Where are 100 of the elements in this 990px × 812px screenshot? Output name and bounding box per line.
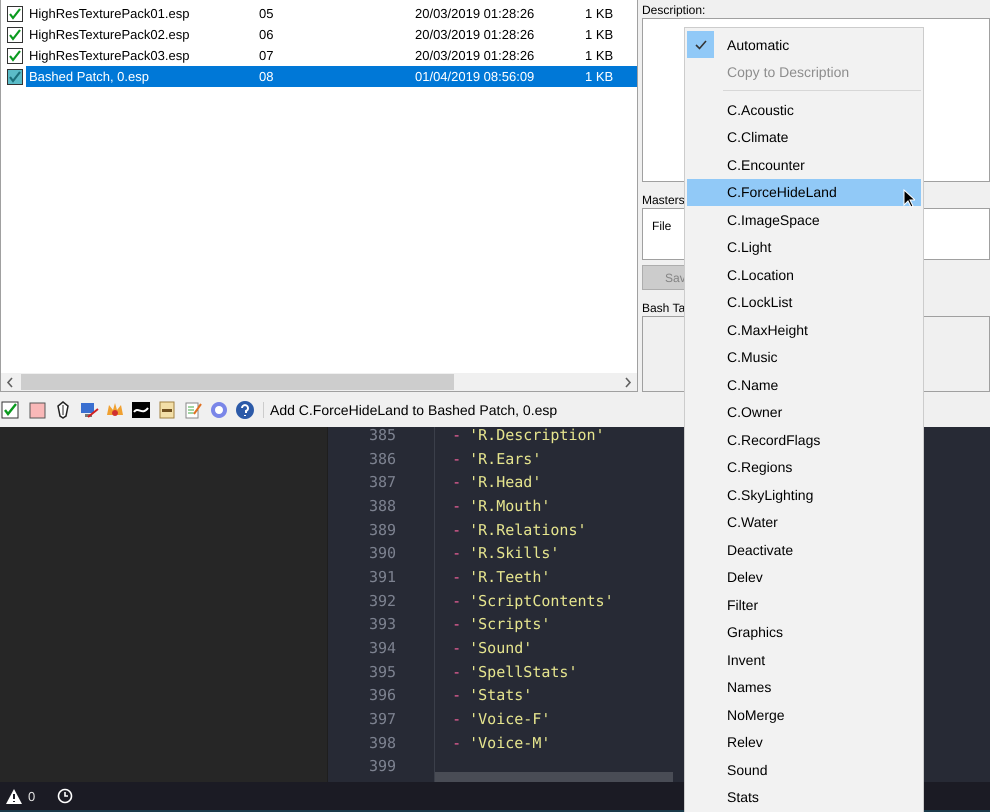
code-string: 'R.Teeth' — [469, 568, 550, 586]
code-string: 'Sound' — [469, 639, 532, 658]
plugin-order: 06 — [259, 26, 274, 44]
menu-item[interactable]: Graphics — [687, 618, 921, 646]
plugin-name: HighResTexturePack03.esp — [29, 47, 190, 65]
checkbox-icon[interactable] — [1, 400, 21, 420]
plugin-size: 1 KB — [585, 47, 614, 65]
plugin-row[interactable]: Bashed Patch, 0.esp 08 01/04/2019 08:56:09 1 KB — [26, 66, 637, 87]
menu-item[interactable]: Stats — [687, 784, 921, 811]
bash-tags-label: Bash Ta — [642, 300, 686, 316]
menu-item[interactable]: Deactivate — [687, 536, 921, 564]
horizontal-scrollbar[interactable] — [435, 772, 673, 782]
menu-item[interactable]: C.ForceHideLand — [687, 178, 921, 206]
plugin-modified: 20/03/2019 01:28:26 — [415, 5, 536, 23]
code-string: 'Voice-F' — [469, 710, 550, 728]
scroll-left-icon[interactable] — [6, 376, 14, 388]
cursor-icon — [903, 189, 915, 208]
line-number: 397 — [369, 710, 396, 728]
code-string: 'SpellStats' — [469, 662, 578, 681]
menu-item[interactable]: Sound — [687, 756, 921, 784]
menu-item[interactable]: C.LockList — [687, 288, 921, 316]
code-string: 'R.Mouth' — [469, 496, 550, 515]
menu-item[interactable]: Relev — [687, 728, 921, 756]
list-dash: - — [452, 639, 462, 658]
list-dash: - — [452, 568, 462, 586]
plugin-size: 1 KB — [585, 5, 614, 23]
list-dash: - — [452, 662, 462, 681]
line-number: 396 — [369, 686, 396, 704]
list-dash: - — [452, 710, 462, 728]
menu-item[interactable]: C.Acoustic — [687, 96, 921, 124]
plugin-row[interactable]: HighResTexturePack02.esp 06 20/03/2019 01:28:26 1 KB — [26, 24, 637, 45]
list-dash: - — [452, 686, 462, 704]
list-dash: - — [452, 544, 462, 562]
plugin-row[interactable]: HighResTexturePack03.esp 07 20/03/2019 01:28:26 1 KB — [26, 45, 637, 66]
line-number: 388 — [369, 496, 396, 515]
menu-item[interactable]: C.Regions — [687, 454, 921, 481]
menu-item[interactable]: NoMerge — [687, 701, 921, 728]
plugin-checkbox[interactable] — [7, 6, 23, 22]
list-dash: - — [452, 615, 462, 634]
menu-item[interactable]: Delev — [687, 564, 921, 591]
line-number: 391 — [369, 568, 396, 586]
menu-item[interactable]: C.Water — [687, 508, 921, 536]
list-dash: - — [452, 473, 462, 492]
menu-item[interactable]: C.RecordFlags — [687, 426, 921, 454]
menu-item[interactable]: Invent — [687, 646, 921, 674]
list-dash: - — [452, 734, 462, 752]
code-string: 'ScriptContents' — [469, 592, 614, 610]
plugin-order: 05 — [259, 5, 274, 23]
code-string: 'R.Relations' — [469, 520, 587, 539]
line-number: 392 — [369, 592, 396, 610]
plugin-row[interactable]: HighResTexturePack01.esp 05 20/03/2019 01:28:26 1 KB — [26, 3, 637, 24]
plugin-size: 1 KB — [585, 68, 614, 86]
code-string: 'Scripts' — [469, 615, 550, 634]
status-text: Add C.ForceHideLand to Bashed Patch, 0.esp — [263, 402, 558, 418]
code-string: 'R.Ears' — [469, 450, 542, 468]
menu-item[interactable]: Names — [687, 674, 921, 701]
masters-label: Masters — [642, 192, 685, 208]
document-icon[interactable] — [157, 400, 177, 420]
list-dash: - — [452, 427, 462, 444]
line-number: 393 — [369, 615, 396, 634]
list-dash: - — [452, 520, 462, 539]
plugin-modified: 20/03/2019 01:28:26 — [415, 26, 536, 44]
square-icon[interactable] — [27, 400, 47, 420]
plugin-checkbox[interactable] — [7, 68, 23, 84]
wave-icon[interactable] — [131, 400, 151, 420]
plugin-size: 1 KB — [585, 26, 614, 44]
line-number: 385 — [369, 427, 396, 444]
menu-item[interactable]: Automatic — [687, 31, 921, 58]
line-number: 386 — [369, 450, 396, 468]
list-dash: - — [452, 450, 462, 468]
scroll-right-icon[interactable] — [624, 376, 632, 388]
plugin-order: 07 — [259, 47, 274, 65]
description-label: Description: — [642, 2, 706, 18]
horizontal-scrollbar[interactable] — [1, 373, 637, 391]
list-dash: - — [452, 592, 462, 610]
line-number: 387 — [369, 473, 396, 492]
plugin-checkbox[interactable] — [7, 48, 23, 64]
plugin-name: Bashed Patch, 0.esp — [29, 68, 150, 86]
code-string: 'R.Head' — [469, 473, 542, 492]
code-string: 'Voice-M' — [469, 734, 550, 752]
notepad-icon[interactable] — [183, 400, 203, 420]
plugin-name: HighResTexturePack01.esp — [29, 5, 190, 23]
warning-icon[interactable] — [6, 788, 22, 804]
line-number: 399 — [369, 757, 396, 776]
line-number: 390 — [369, 544, 396, 562]
clock-icon[interactable] — [57, 788, 74, 804]
menu-item[interactable]: Filter — [687, 591, 921, 618]
menu-item[interactable]: C.Climate — [687, 124, 921, 151]
code-string: 'Stats' — [469, 686, 532, 704]
menu-item[interactable]: C.SkyLighting — [687, 481, 921, 508]
help-icon[interactable] — [235, 400, 255, 420]
menu-item[interactable]: C.Location — [687, 261, 921, 288]
menu-item[interactable]: C.MaxHeight — [687, 316, 921, 344]
plugin-modified: 20/03/2019 01:28:26 — [415, 47, 536, 65]
menu-item[interactable]: C.Owner — [687, 398, 921, 426]
settings-icon[interactable] — [209, 400, 229, 420]
menu-item[interactable]: C.Encounter — [687, 151, 921, 178]
menu-item[interactable]: C.Name — [687, 371, 921, 398]
menu-item[interactable]: C.Music — [687, 344, 921, 371]
plugin-checkbox[interactable] — [7, 26, 23, 42]
